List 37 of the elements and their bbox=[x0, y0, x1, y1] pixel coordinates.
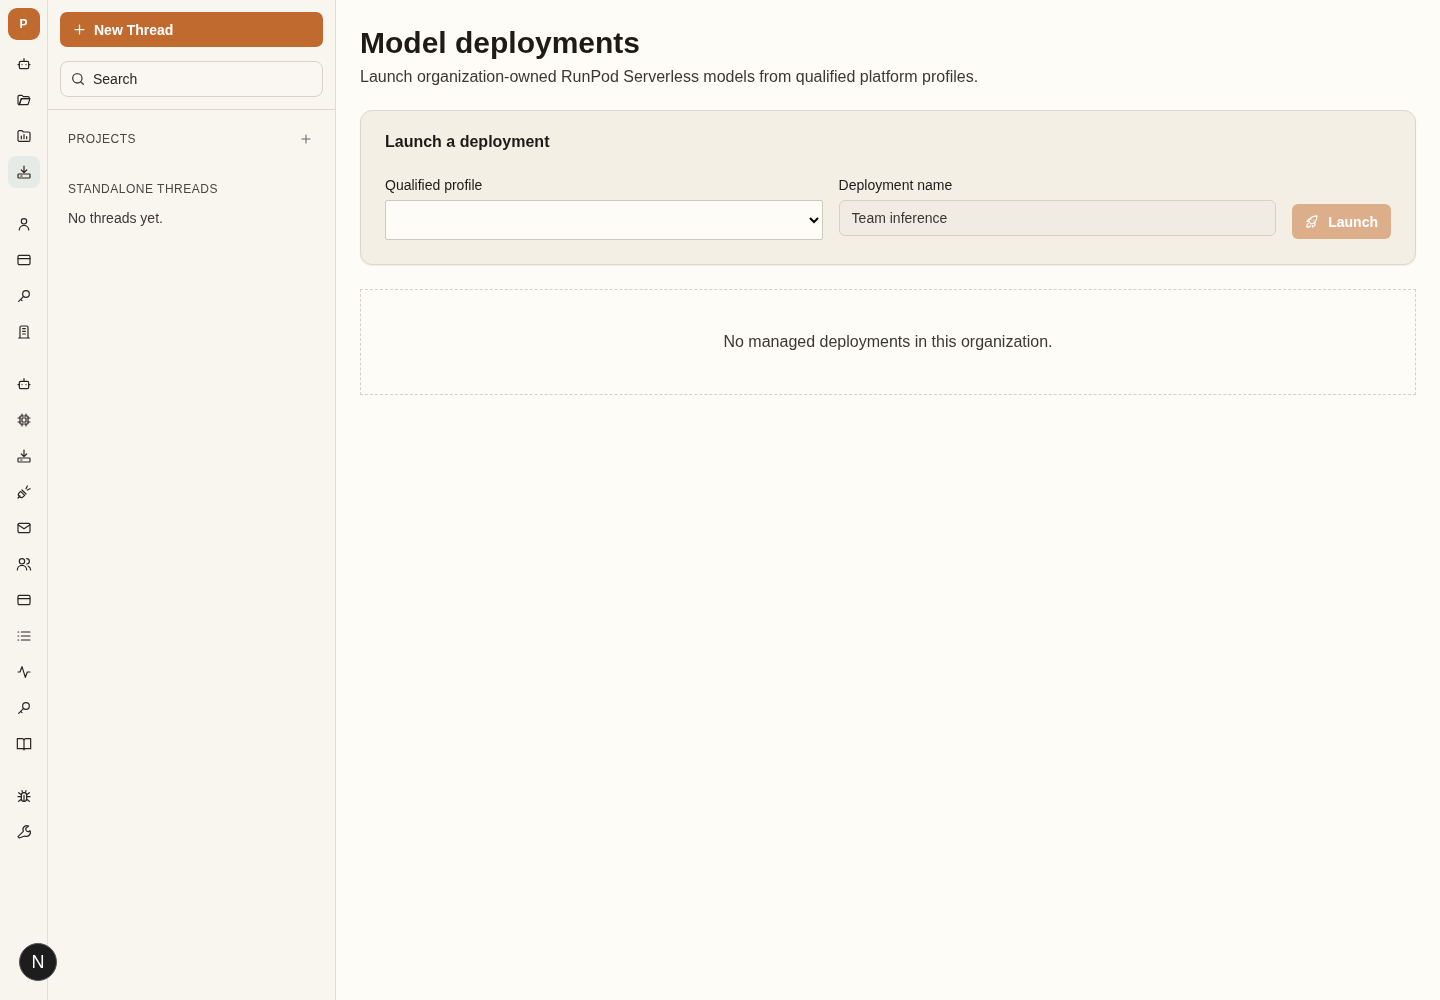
wrench-icon bbox=[15, 824, 32, 840]
deployment-name-field[interactable]: Team inference bbox=[838, 200, 1277, 236]
activity-icon bbox=[15, 664, 32, 680]
plug-icon bbox=[15, 484, 32, 500]
mail-icon bbox=[15, 520, 32, 536]
key-icon bbox=[15, 700, 32, 716]
empty-message: No managed deployments in this organization. bbox=[723, 333, 1053, 351]
users-icon bbox=[15, 556, 32, 572]
chip-icon bbox=[15, 412, 32, 428]
card-title: Launch a deployment bbox=[385, 133, 551, 151]
new-thread-button[interactable]: New Thread bbox=[60, 12, 323, 47]
robot-icon bbox=[15, 376, 32, 392]
page-subtitle: Launch organization-owned RunPod Serverless models from qualified platform profiles. bbox=[360, 68, 980, 86]
empty-message: No threads yet. bbox=[68, 210, 164, 226]
building-icon bbox=[15, 324, 32, 340]
download-tray-icon bbox=[15, 164, 32, 180]
key-icon bbox=[15, 288, 32, 304]
folder-icon bbox=[15, 92, 32, 108]
page-title: Model deployments bbox=[360, 26, 642, 60]
section-heading: STANDALONE THREADS bbox=[68, 182, 219, 196]
field-label: Qualified profile bbox=[385, 177, 484, 193]
search-icon bbox=[70, 71, 86, 87]
plus-icon bbox=[299, 132, 313, 146]
card-icon bbox=[15, 592, 32, 608]
field-label: Deployment name bbox=[838, 177, 954, 193]
bug-icon bbox=[15, 788, 32, 804]
download-tray-icon bbox=[15, 448, 32, 464]
workspace-avatar[interactable]: P bbox=[7, 8, 40, 40]
section-heading: PROJECTS bbox=[68, 132, 136, 146]
folder-chart-icon bbox=[15, 128, 32, 144]
book-icon bbox=[15, 736, 32, 752]
robot-icon bbox=[15, 56, 32, 72]
card-icon bbox=[15, 252, 32, 268]
list-icon bbox=[15, 628, 32, 644]
dev-badge[interactable]: N bbox=[19, 943, 57, 981]
search-field[interactable]: Search bbox=[60, 61, 323, 97]
plus-icon bbox=[72, 22, 87, 37]
